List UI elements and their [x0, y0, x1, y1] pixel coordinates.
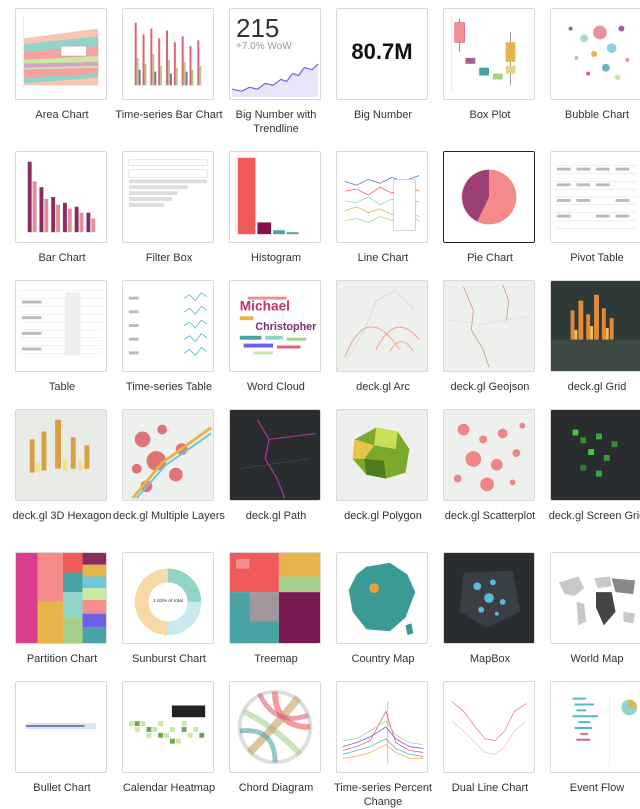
- chart-card-label: Histogram: [250, 252, 302, 264]
- chart-card-label: deck.gl Geojson: [450, 381, 530, 393]
- table-thumbnail: [15, 280, 107, 372]
- deckgl-grid-thumbnail: [550, 280, 640, 372]
- deckgl-3d-hexagon-thumbnail: [15, 409, 107, 501]
- chart-card-label: Word Cloud: [247, 381, 305, 393]
- chart-card-label: Partition Chart: [26, 653, 98, 665]
- chart-card-label: Box Plot: [469, 109, 511, 121]
- chart-card-label: Bar Chart: [38, 252, 86, 264]
- chart-card-label: Treemap: [254, 653, 298, 665]
- chart-card-label: Sunburst Chart: [132, 653, 206, 665]
- deckgl-scatterplot-thumbnail: [443, 409, 535, 501]
- bar-chart-thumbnail: [15, 151, 107, 243]
- chart-card-label: Event Flow: [569, 782, 625, 794]
- big-number-trendline-thumbnail: 215 +7.0% WoW: [229, 8, 321, 100]
- histogram-thumbnail: [229, 151, 321, 243]
- bullet-chart-thumbnail: [15, 681, 107, 773]
- chart-card-label: MapBox: [469, 653, 511, 665]
- chart-card-label: Chord Diagram: [238, 782, 314, 794]
- world-map-thumbnail: [550, 552, 640, 644]
- chart-card-label: deck.gl Polygon: [344, 510, 422, 522]
- chart-card-label: Time-series Percent Change: [333, 782, 432, 808]
- mapbox-thumbnail: [443, 552, 535, 644]
- chart-card-label: Big Number: [353, 109, 413, 121]
- deckgl-geojson-thumbnail: [443, 280, 535, 372]
- big-number-thumbnail: 80.7M: [336, 8, 428, 100]
- line-chart-thumbnail: [336, 151, 428, 243]
- box-plot-thumbnail: [443, 8, 535, 100]
- chart-card-label: Pie Chart: [467, 252, 513, 264]
- chart-card-label: deck.gl 3D Hexagon: [12, 510, 112, 522]
- filter-box-thumbnail: [122, 151, 214, 243]
- chart-card-label: Time-series Table: [125, 381, 213, 393]
- sunburst-chart-thumbnail: 1.83% of total: [122, 552, 214, 644]
- chart-card-label: Table: [48, 381, 76, 393]
- chart-card-label: Dual Line Chart: [451, 782, 529, 794]
- calendar-heatmap-thumbnail: [122, 681, 214, 773]
- deckgl-path-thumbnail: [229, 409, 321, 501]
- chart-card-label: Filter Box: [145, 252, 193, 264]
- word-cloud-word: Michael: [240, 298, 290, 313]
- deckgl-screen-grid-thumbnail: [550, 409, 640, 501]
- pie-chart-thumbnail: [443, 151, 535, 243]
- chart-card-label: deck.gl Path: [245, 510, 307, 522]
- chart-card-label: Pivot Table: [570, 252, 624, 264]
- chart-card-label: Big Number with Trendline: [235, 109, 317, 135]
- dual-line-chart-thumbnail: [443, 681, 535, 773]
- chart-card-label: deck.gl Screen Grid: [548, 510, 640, 522]
- chord-diagram-thumbnail: [229, 681, 321, 773]
- pivot-table-thumbnail: [550, 151, 640, 243]
- chart-card-label: deck.gl Arc: [356, 381, 410, 393]
- chart-card-label: Line Chart: [357, 252, 409, 264]
- bubble-chart-thumbnail: [550, 8, 640, 100]
- country-map-thumbnail: [336, 552, 428, 644]
- time-series-bar-thumbnail: [122, 8, 214, 100]
- deckgl-multiple-layers-thumbnail: [122, 409, 214, 501]
- chart-card-label: Bubble Chart: [564, 109, 630, 121]
- word-cloud-word: Christopher: [255, 321, 317, 333]
- chart-card-label: Calendar Heatmap: [122, 782, 216, 794]
- chart-card-label: World Map: [570, 653, 624, 665]
- chart-card-label: Bullet Chart: [33, 782, 91, 794]
- chart-card-label: Country Map: [351, 653, 415, 665]
- area-chart-thumbnail: [15, 8, 107, 100]
- chart-card-label: deck.gl Scatterplot: [444, 510, 536, 522]
- time-series-percent-change-thumbnail: [336, 681, 428, 773]
- sunburst-center-text: 1.83% of total: [153, 598, 183, 604]
- big-number-value: 80.7M: [351, 39, 413, 64]
- time-series-table-thumbnail: [122, 280, 214, 372]
- treemap-thumbnail: [229, 552, 321, 644]
- partition-chart-thumbnail: [15, 552, 107, 644]
- word-cloud-thumbnail: Michael Christopher: [229, 280, 321, 372]
- chart-gallery: Area Chart Time-series Bar Chart 215 +7.…: [0, 0, 640, 808]
- deckgl-polygon-thumbnail: [336, 409, 428, 501]
- chart-card-label: Time-series Bar Chart: [115, 109, 223, 121]
- chart-card-label: Area Chart: [35, 109, 89, 121]
- chart-card-label: deck.gl Multiple Layers: [113, 510, 225, 522]
- deckgl-arc-thumbnail: [336, 280, 428, 372]
- event-flow-thumbnail: [550, 681, 640, 773]
- chart-card-label: deck.gl Grid: [567, 381, 627, 393]
